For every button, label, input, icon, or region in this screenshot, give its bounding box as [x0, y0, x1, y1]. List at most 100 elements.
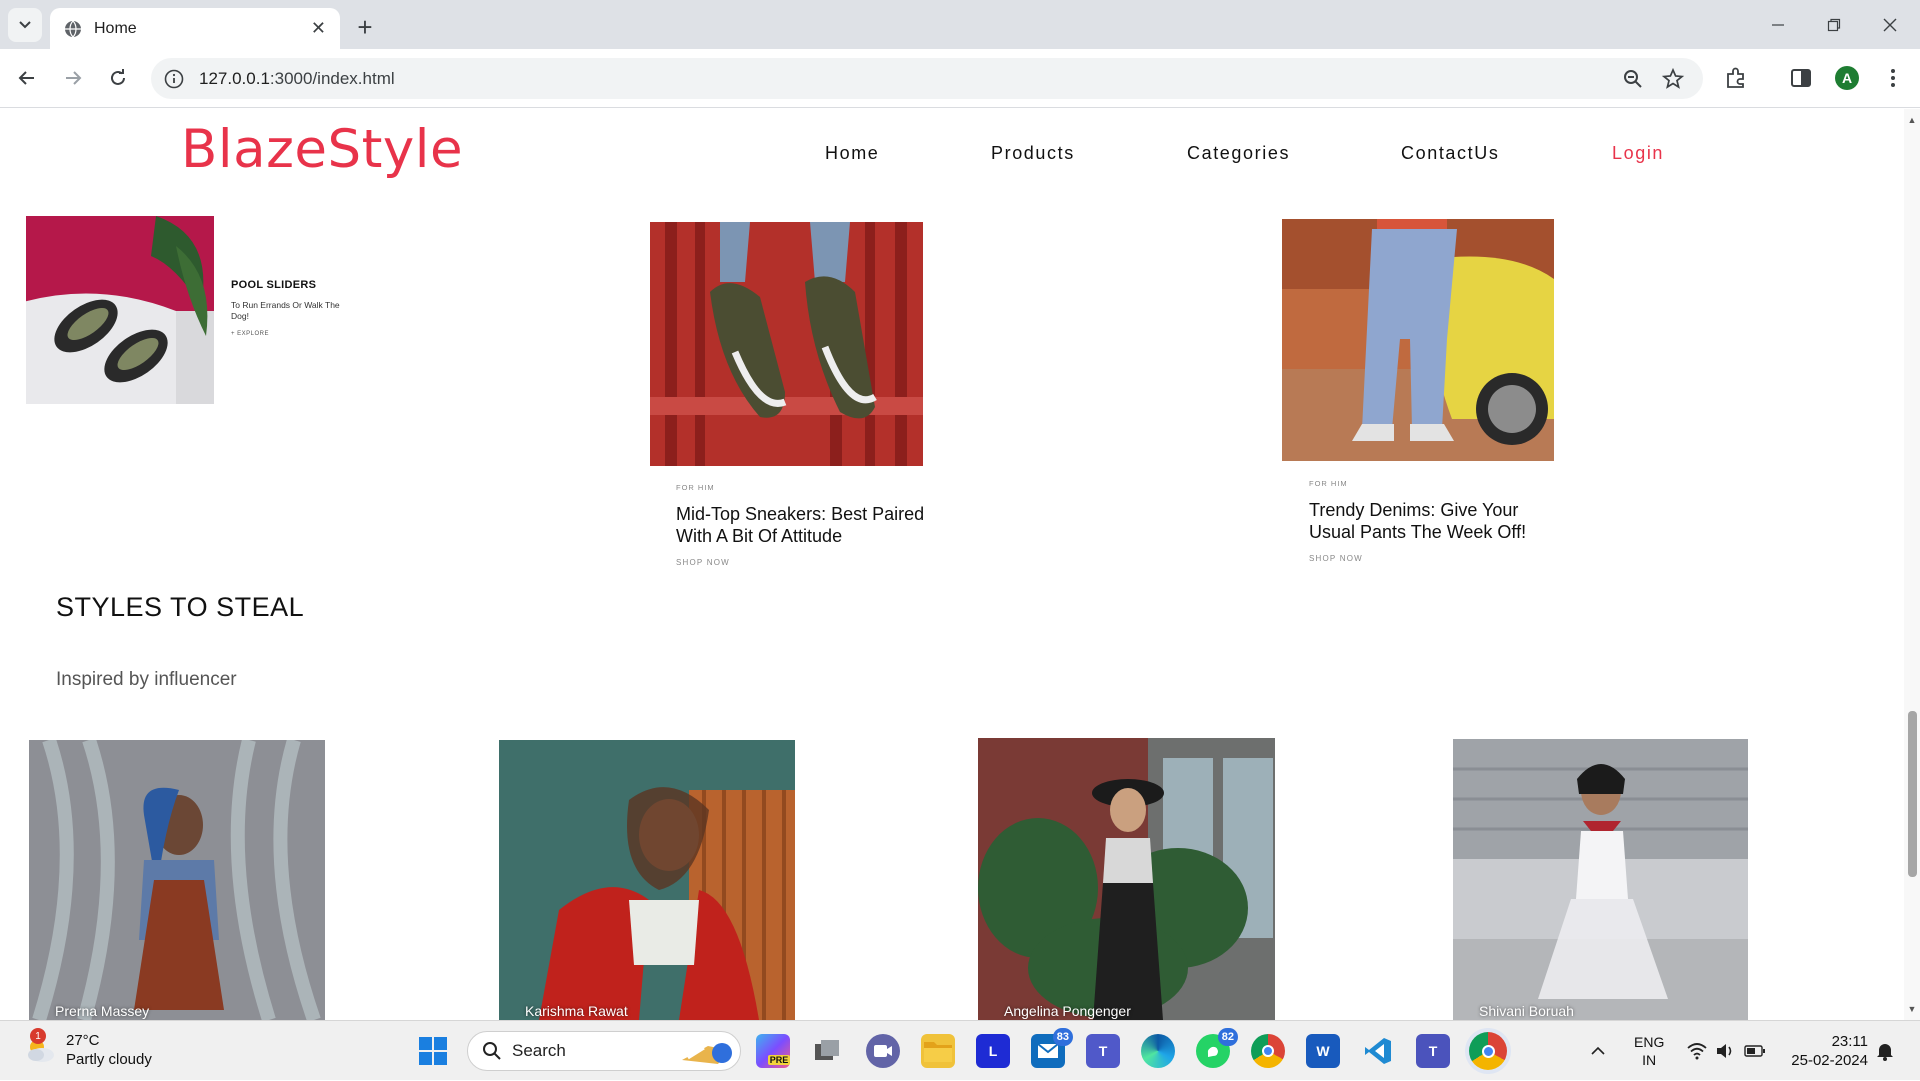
- pool-sliders-image[interactable]: [26, 216, 214, 404]
- clock-time: 23:11: [1831, 1033, 1868, 1050]
- windows-start-icon[interactable]: [418, 1036, 448, 1066]
- chrome-active-icon[interactable]: [1469, 1032, 1507, 1070]
- weather-widget[interactable]: 1 27°C Partly cloudy: [24, 1028, 152, 1069]
- nav-categories[interactable]: Categories: [1187, 143, 1290, 164]
- windows-taskbar: 1 27°C Partly cloudy Search PRE L 83 T 8…: [0, 1020, 1920, 1080]
- tab-home[interactable]: Home ✕: [50, 8, 340, 49]
- site-logo[interactable]: BlazeStyle: [181, 119, 463, 180]
- influencer-card-2[interactable]: Karishma Rawat: [499, 740, 795, 1020]
- nav-home[interactable]: Home: [825, 143, 879, 164]
- tab-strip: Home ✕ +: [0, 0, 1920, 49]
- nav-products[interactable]: Products: [991, 143, 1075, 164]
- address-bar[interactable]: 127.0.0.1:3000/index.html: [151, 58, 1703, 99]
- sneakers-heading: Mid-Top Sneakers: Best Paired With A Bit…: [676, 504, 925, 546]
- teams-app-icon[interactable]: T: [1086, 1034, 1120, 1068]
- language-indicator[interactable]: ENG IN: [1634, 1021, 1664, 1081]
- tray-overflow-icon[interactable]: [1590, 1021, 1606, 1081]
- taskbar-search[interactable]: Search: [467, 1031, 741, 1071]
- sneakers-promo-text: FOR HIM Mid-Top Sneakers: Best Paired Wi…: [676, 483, 936, 567]
- teams-chat-icon[interactable]: [866, 1034, 900, 1068]
- pool-sliders-explore-link[interactable]: + EXPLORE: [231, 331, 341, 337]
- site-info-icon[interactable]: [163, 68, 185, 90]
- mail-badge: 83: [1052, 1028, 1073, 1046]
- kebab-menu-icon[interactable]: [1880, 65, 1906, 91]
- restore-button[interactable]: [1806, 0, 1862, 49]
- volume-icon[interactable]: [1715, 1021, 1735, 1081]
- launcher-l-icon[interactable]: L: [976, 1034, 1010, 1068]
- search-label: Search: [512, 1041, 566, 1060]
- restore-icon: [1827, 18, 1841, 31]
- sneakers-image[interactable]: [650, 222, 923, 466]
- zoom-icon[interactable]: [1621, 67, 1645, 91]
- search-highlight-icon: [682, 1043, 732, 1064]
- denims-tag: FOR HIM: [1309, 479, 1348, 488]
- page-viewport: BlazeStyle Home Products Categories Cont…: [0, 109, 1904, 1020]
- browser-toolbar: 127.0.0.1:3000/index.html A: [0, 49, 1920, 108]
- influencer-card-1[interactable]: Prerna Massey: [29, 740, 325, 1020]
- pool-sliders-text: POOL SLIDERS To Run Errands Or Walk The …: [231, 279, 341, 337]
- forward-button[interactable]: [56, 61, 90, 95]
- scroll-down-icon[interactable]: ▼: [1907, 1004, 1917, 1014]
- pool-sliders-heading: POOL SLIDERS: [231, 279, 317, 291]
- vscode-icon[interactable]: [1361, 1034, 1395, 1068]
- influencer-card-3[interactable]: Angelina Pongenger: [978, 738, 1275, 1020]
- denims-promo-text: FOR HIM Trendy Denims: Give Your Usual P…: [1309, 479, 1569, 563]
- teams-new-icon[interactable]: T: [1416, 1034, 1450, 1068]
- close-icon: [1883, 18, 1897, 31]
- whatsapp-icon[interactable]: 82: [1196, 1028, 1238, 1068]
- task-view-icon[interactable]: [811, 1034, 845, 1068]
- scrollbar-thumb[interactable]: [1908, 711, 1917, 877]
- tab-search-button[interactable]: [8, 8, 42, 42]
- influencer-card-4[interactable]: Shivani Boruah: [1453, 739, 1748, 1020]
- influencer-name-4: Shivani Boruah: [1479, 1003, 1574, 1019]
- weather-condition: Partly cloudy: [66, 1051, 152, 1068]
- side-panel-icon[interactable]: [1788, 65, 1814, 91]
- page-scrollbar[interactable]: ▲ ▼: [1904, 109, 1920, 1020]
- taskbar-clock[interactable]: 23:11 25-02-2024: [1788, 1032, 1868, 1070]
- weather-temp: 27°C: [66, 1032, 100, 1049]
- pool-sliders-sub: To Run Errands Or Walk The Dog!: [231, 300, 340, 321]
- notification-bell-icon[interactable]: [1876, 1021, 1894, 1081]
- close-tab-icon[interactable]: ✕: [311, 18, 326, 39]
- reload-button[interactable]: [101, 61, 135, 95]
- mail-app-icon[interactable]: 83: [1031, 1028, 1073, 1068]
- language-label: ENG: [1634, 1034, 1665, 1050]
- url-text: 127.0.0.1:3000/index.html: [199, 68, 395, 88]
- arrow-left-icon: [18, 71, 34, 85]
- file-explorer-icon[interactable]: [921, 1034, 955, 1068]
- nav-login[interactable]: Login: [1612, 143, 1664, 164]
- styles-section-subtitle: Inspired by influencer: [56, 669, 237, 690]
- arrow-right-icon: [66, 71, 82, 85]
- edge-browser-icon[interactable]: [1141, 1034, 1175, 1068]
- reload-icon: [111, 69, 125, 85]
- profile-avatar[interactable]: A: [1835, 66, 1859, 90]
- weather-badge: 1: [30, 1028, 46, 1044]
- wifi-icon[interactable]: [1686, 1021, 1708, 1081]
- copilot-app-icon[interactable]: PRE: [756, 1034, 791, 1068]
- denims-image[interactable]: [1282, 219, 1554, 461]
- back-button[interactable]: [10, 61, 44, 95]
- tab-title: Home: [94, 19, 137, 37]
- clock-date: 25-02-2024: [1791, 1052, 1868, 1069]
- influencer-name-2: Karishma Rawat: [525, 1003, 628, 1019]
- extensions-icon[interactable]: [1723, 65, 1749, 91]
- sneakers-tag: FOR HIM: [676, 483, 715, 492]
- region-label: IN: [1642, 1052, 1657, 1068]
- styles-section-title: STYLES TO STEAL: [56, 592, 305, 622]
- bookmark-star-icon[interactable]: [1661, 67, 1685, 91]
- close-window-button[interactable]: [1862, 0, 1918, 49]
- search-icon: [483, 1042, 501, 1060]
- denims-shop-now-link[interactable]: SHOP NOW: [1309, 554, 1569, 563]
- denims-heading: Trendy Denims: Give Your Usual Pants The…: [1309, 500, 1527, 542]
- scroll-up-icon[interactable]: ▲: [1907, 115, 1917, 125]
- influencer-name-1: Prerna Massey: [55, 1003, 150, 1019]
- battery-icon[interactable]: [1744, 1021, 1766, 1081]
- whatsapp-badge: 82: [1217, 1028, 1238, 1046]
- new-tab-button[interactable]: +: [350, 12, 380, 42]
- chevron-down-icon: [19, 21, 31, 29]
- word-app-icon[interactable]: W: [1306, 1034, 1340, 1068]
- nav-contactus[interactable]: ContactUs: [1401, 143, 1499, 164]
- chrome-profile-icon[interactable]: [1251, 1034, 1285, 1068]
- minimize-button[interactable]: [1750, 0, 1806, 49]
- sneakers-shop-now-link[interactable]: SHOP NOW: [676, 558, 936, 567]
